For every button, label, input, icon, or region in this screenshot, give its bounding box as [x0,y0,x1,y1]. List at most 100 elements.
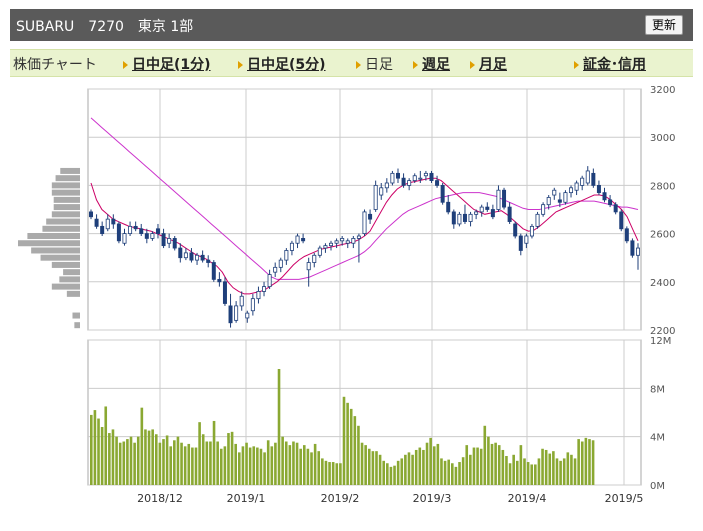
volume-bar [472,447,476,485]
volume-bar [223,446,227,485]
volume-bar [151,429,154,485]
candle-body [401,177,406,186]
candle-body [435,180,440,186]
volume-bar [476,447,479,485]
volume-bar [570,454,573,485]
candle-body [395,172,400,179]
volume-bar [180,442,183,485]
volume-bar [367,448,371,485]
volume-bar [505,456,508,485]
candle-body [407,180,412,186]
volume-bar [580,441,584,485]
volume-bar [548,453,552,485]
volume-bar [165,435,169,485]
volume-bar [241,446,245,485]
volume-bar [306,448,310,485]
volume-bar [360,442,364,485]
candle-body [284,250,289,261]
volume-bar [230,431,234,485]
x-tick-label: 2019/3 [413,492,452,505]
volume-bar [389,466,393,485]
candle-body [513,223,518,237]
volume-profile-bar [51,189,80,196]
volume-bar [497,445,501,485]
volume-bar [440,458,443,485]
candle-body [211,262,216,280]
volume-bar [173,440,176,485]
candle-body [217,278,222,283]
volume-bar [126,439,129,485]
volume-bar [317,451,321,485]
candle-body [574,182,579,191]
volume-bar [555,458,559,485]
candle-body [183,252,188,259]
candle-body [278,259,283,268]
volume-bar [277,369,281,485]
volume-bar [321,458,324,485]
volume-profile-bar [31,247,80,254]
volume-bar [537,458,541,485]
volume-bar [158,442,162,485]
candle-body [490,209,495,218]
candle-body [222,281,227,304]
volume-profile-bar [53,196,80,203]
volume-bar [93,410,97,485]
volume-bar [515,460,519,485]
candle-body [189,252,194,261]
x-tick-label: 2019/5 [605,492,644,505]
volume-bar [245,442,248,485]
volume-bar [371,451,375,485]
candle-body [373,184,378,210]
volume-bar [104,406,108,485]
candle-body [295,235,300,244]
price-tick-label: 3000 [650,133,675,144]
volume-bar [100,427,104,485]
candle-body [267,274,272,288]
candle-body [541,204,546,215]
volume-bar [386,463,389,485]
candle-body [111,218,116,225]
price-tick-label: 2800 [650,181,675,192]
volume-bar [274,442,277,485]
volume-bar [378,454,382,485]
volume-bar [512,454,515,485]
candle-body [239,295,244,307]
volume-bar [133,442,136,485]
volume-bar [259,448,263,485]
candle-body [362,211,367,235]
candle-body [429,172,434,181]
volume-bar [411,454,414,485]
volume-profile-bar [59,276,80,283]
volume-bar [523,458,526,485]
volume-profile-bar [40,254,80,261]
volume-bar [382,460,386,485]
volume-bar [263,452,266,485]
candle-body [334,240,339,244]
candle-body [557,199,562,203]
volume-tick-label: 0M [650,481,665,492]
candle-body [250,298,255,312]
volume-bar [422,449,425,485]
volume-profile-bar [51,211,80,218]
volume-bar [205,441,209,485]
candle-body [474,211,479,215]
price-tick-label: 2400 [650,278,675,289]
volume-bar [194,447,198,485]
candle-body [619,211,624,230]
candle-body [535,213,540,227]
candle-body [580,177,585,186]
candle-body [312,254,317,263]
x-tick-label: 2018/12 [137,492,183,505]
candle-body [94,218,99,227]
volume-bar [425,442,429,485]
volume-profile-bar [51,283,80,290]
volume-bar [339,463,342,485]
volume-bar [357,425,360,485]
volume-bar [111,429,115,485]
volume-bar [454,466,458,485]
candle-body [569,187,574,194]
candle-body [502,189,507,208]
volume-bar [552,451,555,485]
volume-bar [129,436,133,485]
volume-bar [90,414,93,485]
